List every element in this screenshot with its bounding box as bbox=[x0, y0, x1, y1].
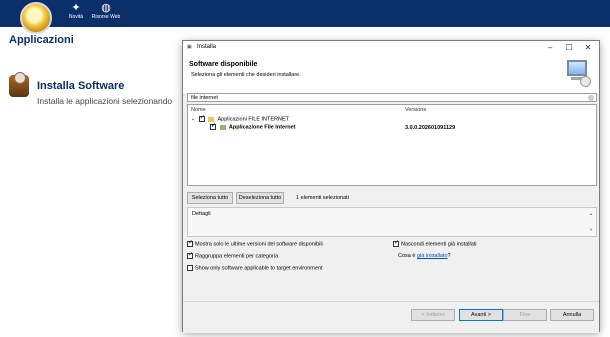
install-software-link[interactable]: Installa Software bbox=[37, 80, 124, 92]
option-applicable-only[interactable]: Show only software applicable to target … bbox=[187, 265, 323, 271]
folder-icon bbox=[208, 116, 215, 122]
option-latest-versions[interactable]: Mostra solo le ultime versioni del softw… bbox=[187, 239, 323, 248]
monitor-install-icon bbox=[565, 59, 591, 87]
column-name[interactable]: Nome bbox=[191, 107, 206, 113]
latest-versions-checkbox[interactable] bbox=[187, 239, 193, 247]
header-subtitle: Seleziona gli elementi che desideri inst… bbox=[191, 72, 301, 78]
column-version[interactable]: Versione bbox=[405, 107, 426, 113]
maximize-icon[interactable]: ☐ bbox=[564, 42, 574, 53]
item-label: Applicazione File Internet bbox=[228, 124, 296, 131]
details-panel: Dettagli ▲ ▼ bbox=[187, 207, 597, 237]
group-category-label: Raggruppa elementi per categoria bbox=[195, 253, 279, 260]
group-category-checkbox[interactable] bbox=[187, 251, 193, 259]
option-hide-installed[interactable]: Nascondi elementi già installati bbox=[393, 239, 477, 248]
dialog-app-icon: ▣ bbox=[187, 44, 192, 50]
already-installed-link[interactable]: già installato bbox=[417, 253, 448, 259]
back-button[interactable]: < Indietro bbox=[411, 309, 455, 321]
item-version: 3.0.0.202601091129 bbox=[405, 125, 456, 131]
minimize-icon[interactable]: – bbox=[545, 42, 555, 53]
package-icon bbox=[219, 124, 226, 130]
news-label: Novità bbox=[68, 14, 84, 20]
category-label: Applicazioni FILE INTERNET bbox=[217, 116, 290, 123]
install-software-description: Installa le applicazioni selezionando bbox=[37, 96, 173, 106]
item-checkbox[interactable] bbox=[210, 122, 216, 130]
hide-installed-checkbox[interactable] bbox=[393, 239, 399, 247]
deselect-all-button[interactable]: Deseleziona tutto bbox=[236, 192, 284, 204]
dialog-header: Software disponibile Seleziona gli eleme… bbox=[183, 55, 599, 95]
top-toolbar: ✦ Novità ◍ Risorse Web bbox=[0, 0, 610, 27]
filter-text: file internet bbox=[191, 95, 218, 101]
dialog-footer: < Indietro Avanti > Fine Annulla bbox=[183, 301, 599, 333]
cancel-button[interactable]: Annulla bbox=[550, 309, 594, 321]
finish-button[interactable]: Fine bbox=[503, 309, 547, 321]
select-all-button[interactable]: Seleziona tutto bbox=[187, 192, 233, 204]
dialog-title: Installa bbox=[197, 44, 217, 50]
header-title: Software disponibile bbox=[189, 61, 258, 68]
what-is-prefix: Cosa è bbox=[398, 253, 416, 259]
option-group-category[interactable]: Raggruppa elementi per categoria bbox=[187, 251, 279, 260]
install-dialog: ▣ Installa – ☐ ✕ Software disponibile Se… bbox=[182, 40, 600, 333]
page-title: Applicazioni bbox=[9, 34, 74, 46]
filter-input[interactable]: file internet bbox=[187, 93, 597, 102]
selected-count: 1 elementi selezionati bbox=[296, 195, 349, 201]
tree-row-category[interactable]: ⌄ Applicazioni FILE INTERNET bbox=[191, 114, 290, 123]
chevron-down-icon[interactable]: ⌄ bbox=[191, 116, 195, 122]
tree-row-item[interactable]: Applicazione File Internet bbox=[210, 122, 296, 131]
what-is-installed: Cosa è già installato? bbox=[398, 253, 451, 259]
web-resources-button[interactable]: ◍ Risorse Web bbox=[86, 2, 126, 20]
details-scrollbar[interactable]: ▲ ▼ bbox=[588, 210, 594, 235]
latest-versions-label: Mostra solo le ultime versioni del softw… bbox=[195, 241, 323, 248]
software-tree: Nome Versione ⌄ Applicazioni FILE INTERN… bbox=[187, 104, 597, 186]
hide-installed-label: Nascondi elementi già installati bbox=[401, 241, 477, 248]
install-software-icon[interactable] bbox=[9, 72, 29, 97]
details-label: Dettagli bbox=[192, 211, 211, 217]
desktop: ✦ Novità ◍ Risorse Web Applicazioni Inst… bbox=[0, 0, 610, 337]
globe-icon: ◍ bbox=[101, 2, 111, 14]
dialog-titlebar: ▣ Installa – ☐ ✕ bbox=[183, 41, 599, 55]
clear-filter-icon[interactable] bbox=[588, 95, 594, 101]
applicable-only-checkbox[interactable] bbox=[187, 265, 193, 271]
what-is-suffix: ? bbox=[447, 253, 451, 259]
next-button[interactable]: Avanti > bbox=[459, 309, 503, 321]
star-icon: ✦ bbox=[71, 2, 81, 14]
category-checkbox[interactable] bbox=[198, 114, 205, 122]
app-logo-icon bbox=[20, 2, 52, 34]
applicable-only-label: Show only software applicable to target … bbox=[195, 265, 323, 272]
web-resources-label: Risorse Web bbox=[91, 14, 121, 20]
close-icon[interactable]: ✕ bbox=[583, 42, 593, 53]
